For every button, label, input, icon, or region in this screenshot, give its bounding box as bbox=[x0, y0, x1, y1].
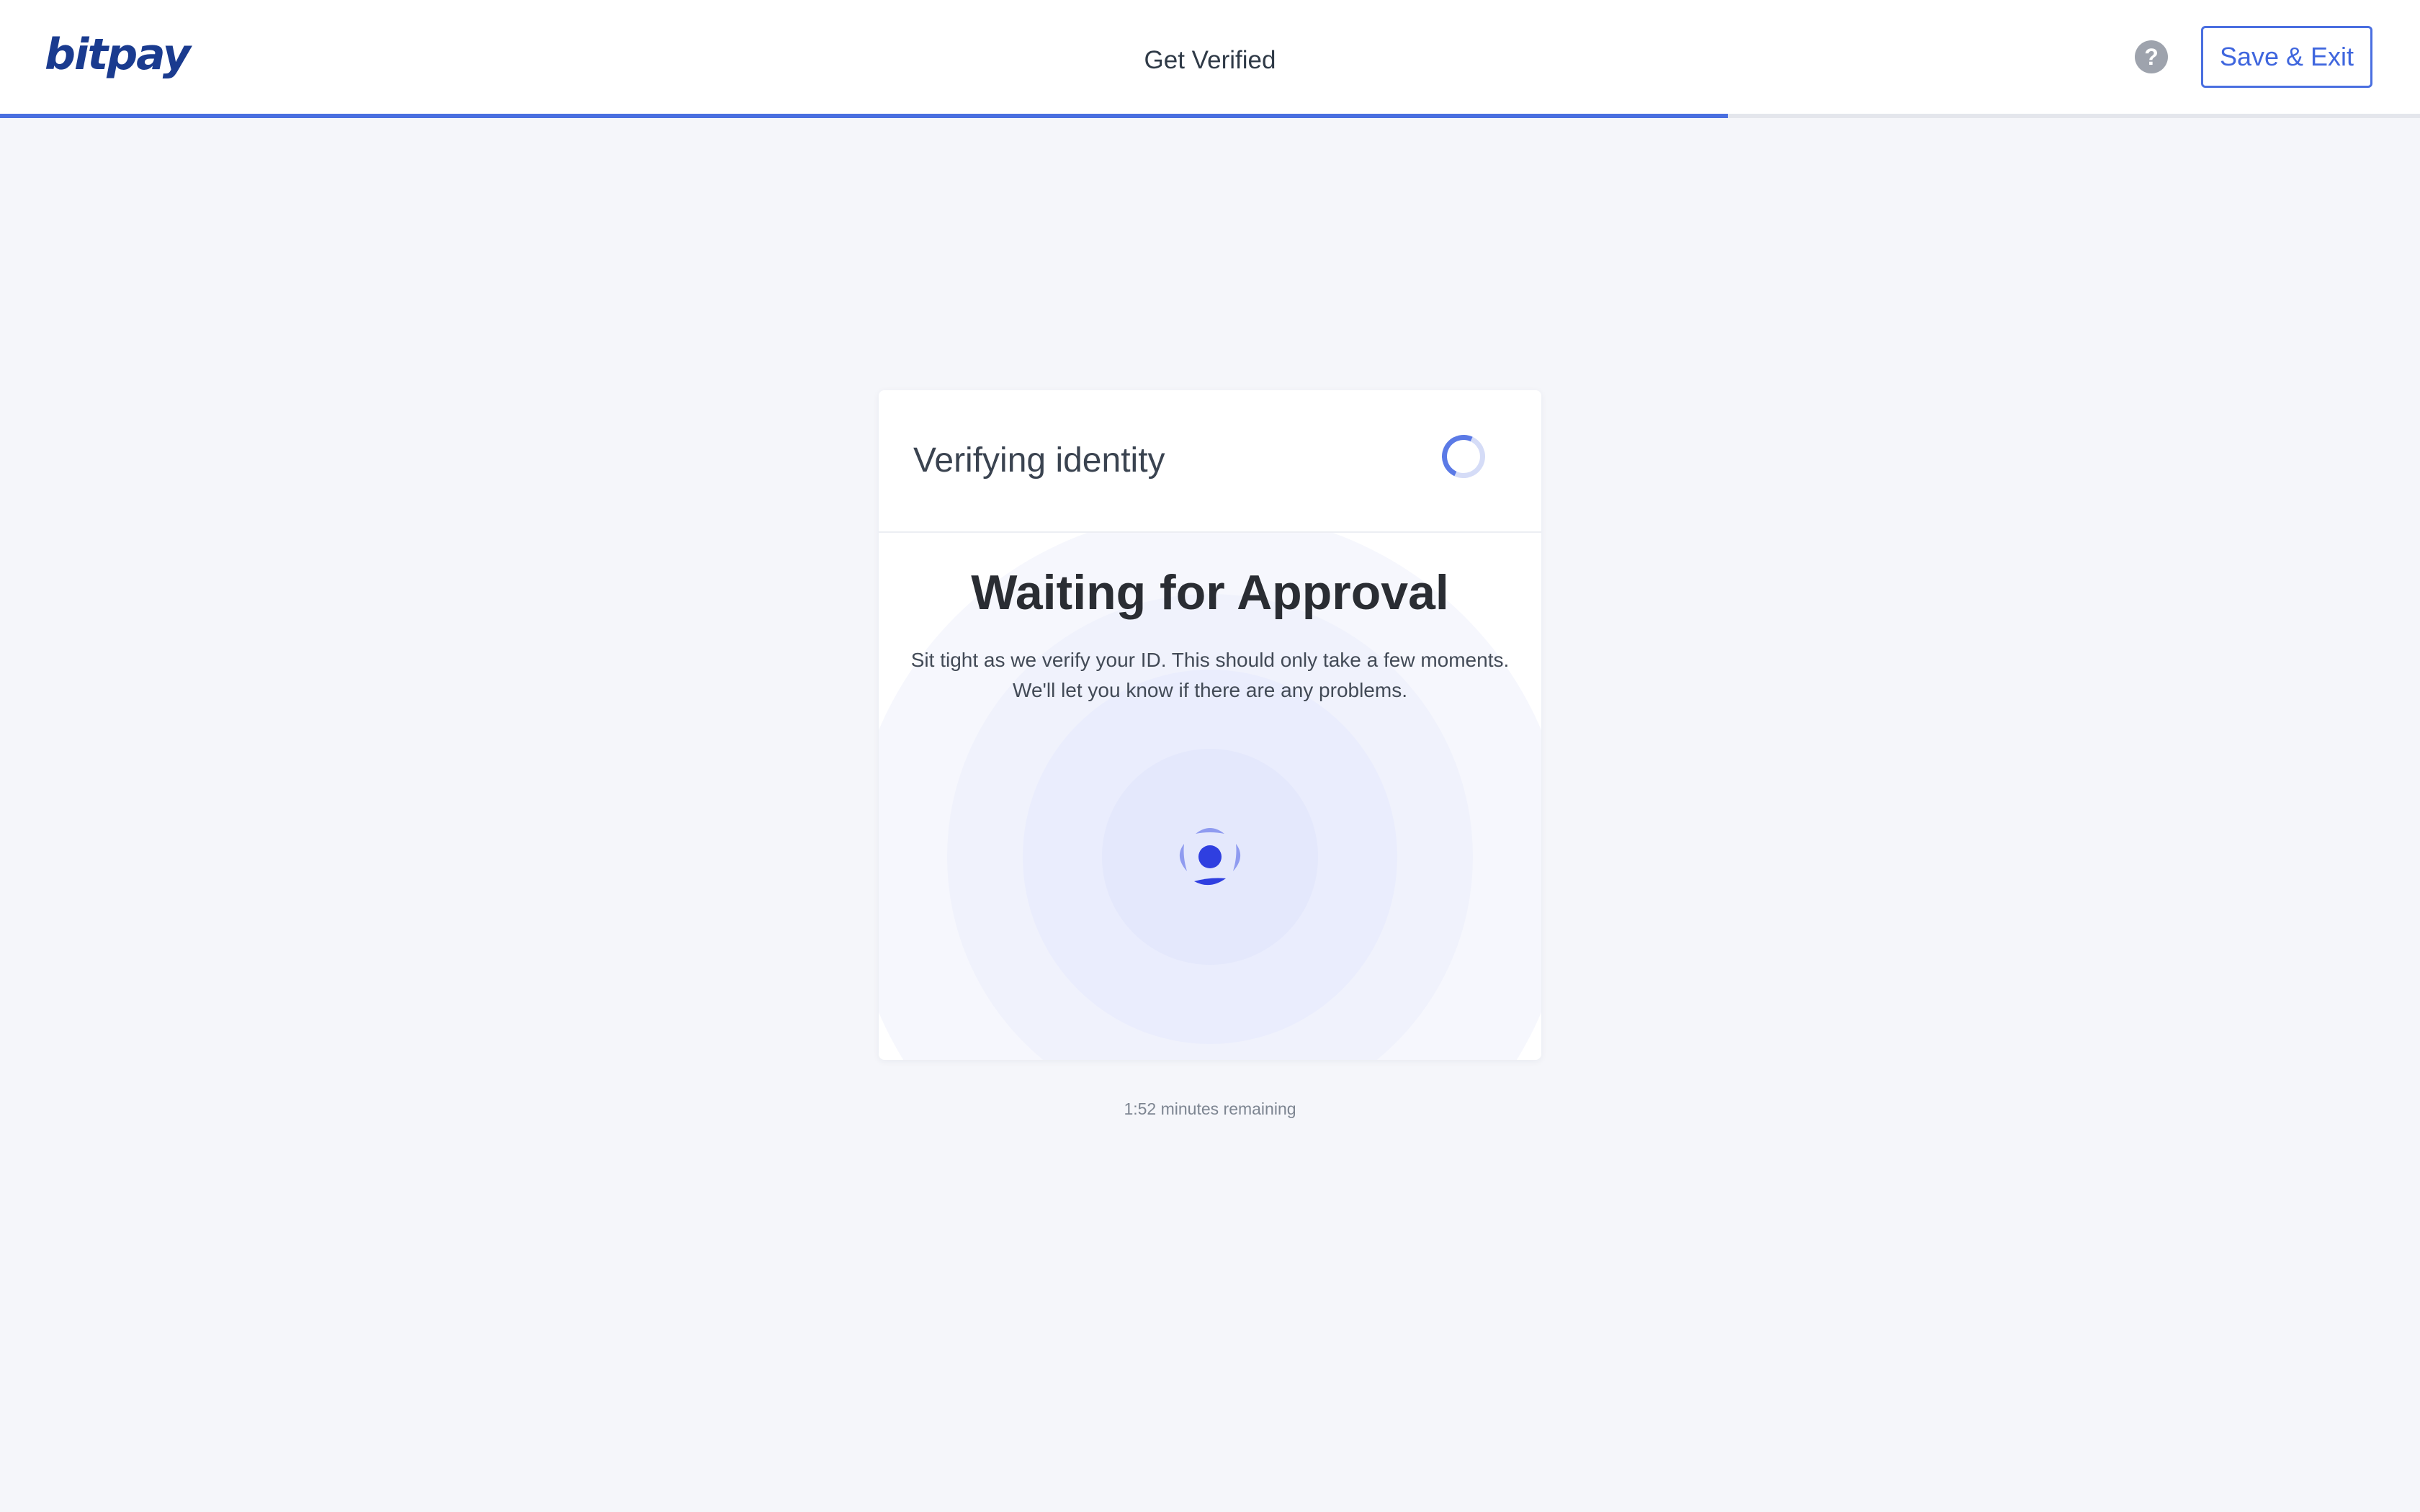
card-title: Verifying identity bbox=[913, 441, 1165, 480]
top-bar: bitpay Get Verified ? Save & Exit bbox=[0, 0, 2420, 114]
verification-card: Verifying identity Waiting for Approval … bbox=[879, 390, 1541, 1060]
page-title: Get Verified bbox=[1144, 46, 1276, 74]
approval-message: Sit tight as we verify your ID. This sho… bbox=[900, 645, 1520, 706]
help-icon[interactable]: ? bbox=[2135, 40, 2168, 73]
approval-message-line-2: We'll let you know if there are any prob… bbox=[1013, 679, 1407, 701]
progress-bar-fill bbox=[0, 114, 1729, 118]
scan-arc-left bbox=[1179, 844, 1187, 871]
card-body: Waiting for Approval Sit tight as we ver… bbox=[879, 533, 1541, 1060]
identity-scan-icon bbox=[1179, 828, 1241, 886]
approval-heading: Waiting for Approval bbox=[971, 565, 1449, 620]
scan-arc-bottom bbox=[1194, 878, 1226, 886]
progress-bar bbox=[0, 114, 2420, 118]
scan-arc-top bbox=[1196, 828, 1224, 834]
time-remaining: 1:52 minutes remaining bbox=[1124, 1099, 1296, 1118]
scan-arc-right bbox=[1233, 844, 1241, 871]
scan-center-dot bbox=[1198, 845, 1222, 868]
approval-message-line-1: Sit tight as we verify your ID. This sho… bbox=[910, 649, 1510, 671]
save-and-exit-button[interactable]: Save & Exit bbox=[2201, 26, 2372, 88]
loading-spinner-icon bbox=[1435, 428, 1492, 485]
card-header: Verifying identity bbox=[879, 390, 1541, 533]
